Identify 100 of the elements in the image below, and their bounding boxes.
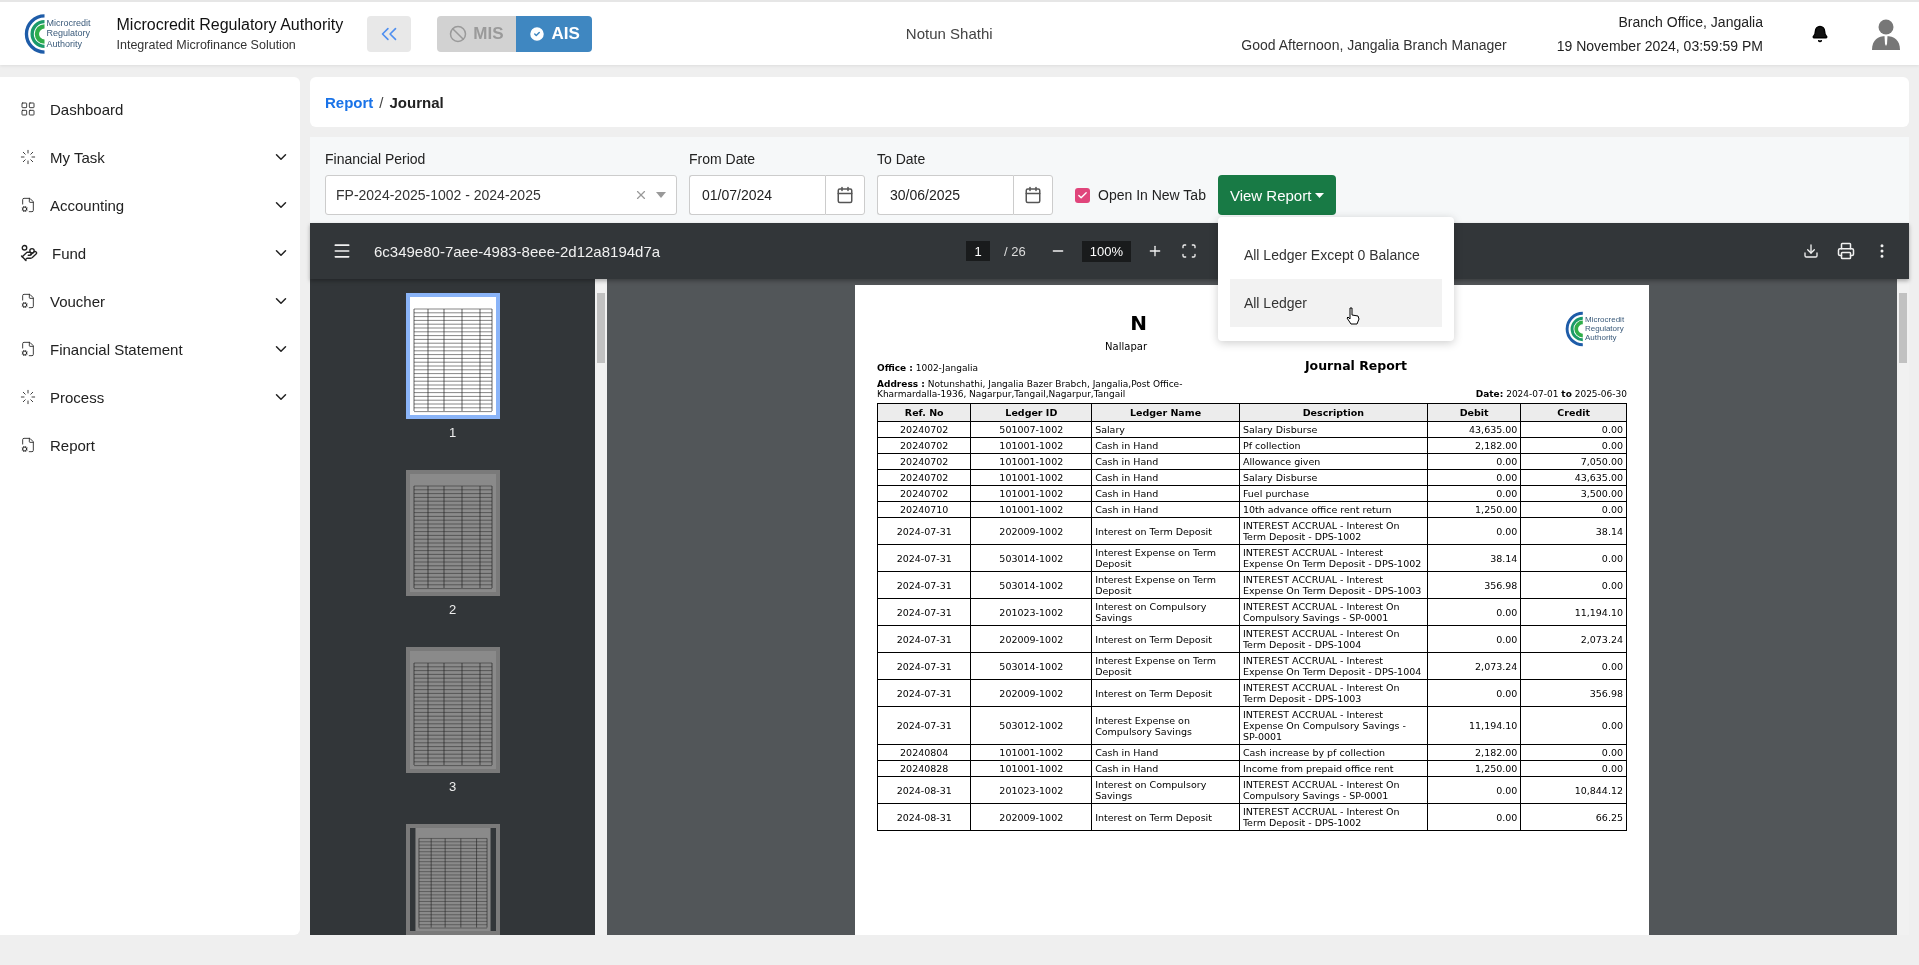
checkbox-label: Open In New Tab xyxy=(1098,187,1206,203)
table-cell: 2,073.24 xyxy=(1520,625,1627,653)
table-cell: 0.00 xyxy=(1427,803,1521,831)
breadcrumb-separator: / xyxy=(379,93,384,111)
hand-cursor-icon xyxy=(1345,307,1360,325)
table-cell: 101001-1002 xyxy=(971,437,1092,454)
table-cell: Cash in Hand xyxy=(1091,485,1240,502)
table-cell: 2,182.00 xyxy=(1427,744,1521,761)
breadcrumb-link[interactable]: Report xyxy=(325,93,374,111)
logo-text: Microcredit Regulatory Authority xyxy=(46,18,92,49)
user-avatar-icon[interactable] xyxy=(1871,17,1901,50)
table-cell: 0.00 xyxy=(1427,485,1521,502)
page-thumbnail[interactable] xyxy=(405,824,500,935)
scrollbar[interactable] xyxy=(595,279,607,935)
sidebar-item[interactable]: My Task xyxy=(0,133,300,181)
caret-icon xyxy=(1315,192,1325,198)
table-cell: Fuel purchase xyxy=(1239,485,1428,502)
table-cell: 2024-07-31 xyxy=(877,679,971,707)
sidebar-item[interactable]: Voucher xyxy=(0,277,300,325)
table-cell: 2024-08-31 xyxy=(877,776,971,804)
table-cell: Interest on Term Deposit xyxy=(1091,679,1240,707)
page-number: 2 xyxy=(448,602,457,617)
table-cell: 0.00 xyxy=(1520,571,1627,599)
date-time: 19 November 2024, 03:59:59 PM xyxy=(1556,37,1763,54)
table-cell: 0.00 xyxy=(1427,679,1521,707)
zoom-level[interactable]: 100% xyxy=(1081,240,1131,262)
table-cell: 503014-1002 xyxy=(971,652,1092,680)
page-thumbnail[interactable] xyxy=(405,647,500,773)
page-thumbnail[interactable] xyxy=(405,470,500,596)
collapse-sidebar-button[interactable] xyxy=(367,15,412,52)
table-cell: 20240828 xyxy=(877,760,971,777)
project-title: Notun Shathi xyxy=(905,25,993,42)
table-cell: 0.00 xyxy=(1427,517,1521,545)
date-field[interactable]: 30/06/2025 xyxy=(877,175,1013,215)
table-cell: 0.00 xyxy=(1520,437,1627,454)
table-cell: INTEREST ACCRUAL - Interest Expense On Compulsory Savings - SP-0001 xyxy=(1239,706,1428,745)
sidebar-item[interactable]: Financial Statement xyxy=(0,325,300,373)
table-cell: 66.25 xyxy=(1520,803,1627,831)
calendar-button[interactable] xyxy=(825,175,865,215)
page-number: 3 xyxy=(448,779,457,794)
download-icon[interactable] xyxy=(1801,241,1821,261)
table-cell: 0.00 xyxy=(1427,598,1521,626)
financial-period-select[interactable]: FP-2024-2025-1002 - 2024-2025 xyxy=(325,175,677,215)
table-cell: Salary Disburse xyxy=(1239,421,1428,438)
address-text: Address : Notunshathi, Jangalia Bazer Brabch, Jangalia,Post Office-Kharmardalla-1936, Nagarpur,Tangail,Nagarpur,Tangail xyxy=(877,379,1184,399)
branch-name: Branch Office, Jangalia xyxy=(1618,13,1763,30)
page-thumbnail[interactable] xyxy=(405,293,500,419)
logo-text: Microcredit Regulatory Authority xyxy=(1585,314,1626,343)
document-subtitle: Nallapar xyxy=(1105,341,1147,352)
page-number-field[interactable]: 1 xyxy=(966,241,990,261)
column-header: Ref. No xyxy=(877,403,971,422)
sidebar-item[interactable]: Accounting xyxy=(0,181,300,229)
notification-bell-icon[interactable] xyxy=(1811,24,1829,43)
calendar-icon xyxy=(836,186,854,204)
view-report-button[interactable]: View Report xyxy=(1217,175,1337,215)
table-cell: 2024-07-31 xyxy=(877,625,971,653)
table-cell: 501007-1002 xyxy=(971,421,1092,438)
date-range-text: Date: 2024-07-01 to 2025-06-30 xyxy=(1475,389,1627,399)
table-cell: 11,194.10 xyxy=(1427,706,1521,745)
calendar-button[interactable] xyxy=(1013,175,1053,215)
mode-toggle[interactable]: AIS xyxy=(515,15,592,52)
table-cell: 20240702 xyxy=(877,469,971,486)
column-header: Ledger ID xyxy=(971,403,1092,422)
table-cell: INTEREST ACCRUAL - Interest Expense On Term Deposit - DPS-1002 xyxy=(1239,544,1428,572)
document-icon xyxy=(20,341,36,357)
sidebar-item[interactable]: Dashboard xyxy=(0,85,300,133)
table-cell: 503014-1002 xyxy=(971,544,1092,572)
table-cell: Salary Disburse xyxy=(1239,469,1428,486)
table-cell: 0.00 xyxy=(1520,544,1627,572)
org-subtitle: Integrated Microfinance Solution xyxy=(116,37,297,52)
date-field[interactable]: 01/07/2024 xyxy=(689,175,825,215)
ban-icon xyxy=(449,24,468,43)
table-cell: Cash increase by pf collection xyxy=(1239,744,1428,761)
calendar-icon xyxy=(1024,186,1042,204)
caret-icon xyxy=(656,192,666,198)
table-cell: 101001-1002 xyxy=(971,453,1092,470)
sidebar-item[interactable]: Fund xyxy=(0,229,300,277)
checkbox[interactable] xyxy=(1075,187,1090,203)
table-cell: Pf collection xyxy=(1239,437,1428,454)
table-cell: 0.00 xyxy=(1520,744,1627,761)
table-cell: 7,050.00 xyxy=(1520,453,1627,470)
table-cell: Allowance given xyxy=(1239,453,1428,470)
table-cell: 101001-1002 xyxy=(971,760,1092,777)
column-header: Ledger Name xyxy=(1091,403,1240,422)
table-cell: Interest Expense on Term Deposit xyxy=(1091,571,1240,599)
page-total: / 26 xyxy=(1004,243,1026,259)
table-cell: 101001-1002 xyxy=(971,744,1092,761)
process-icon xyxy=(20,389,36,405)
table-cell: 503012-1002 xyxy=(971,706,1092,745)
table-cell: 2,073.24 xyxy=(1427,652,1521,680)
table-cell: 101001-1002 xyxy=(971,501,1092,518)
menu-item[interactable]: All Ledger Except 0 Balance xyxy=(1229,231,1442,279)
clear-icon[interactable] xyxy=(634,188,648,202)
table-cell: INTEREST ACCRUAL - Interest On Term Deposit - DPS-1002 xyxy=(1239,803,1428,831)
table-cell: Cash in Hand xyxy=(1091,437,1240,454)
sidebar-item[interactable]: Process xyxy=(0,373,300,421)
sidebar-item[interactable]: Report xyxy=(0,421,300,469)
menu-item[interactable]: All Ledger xyxy=(1229,279,1442,327)
print-icon[interactable] xyxy=(1835,240,1857,262)
table-cell: Interest on Term Deposit xyxy=(1091,625,1240,653)
